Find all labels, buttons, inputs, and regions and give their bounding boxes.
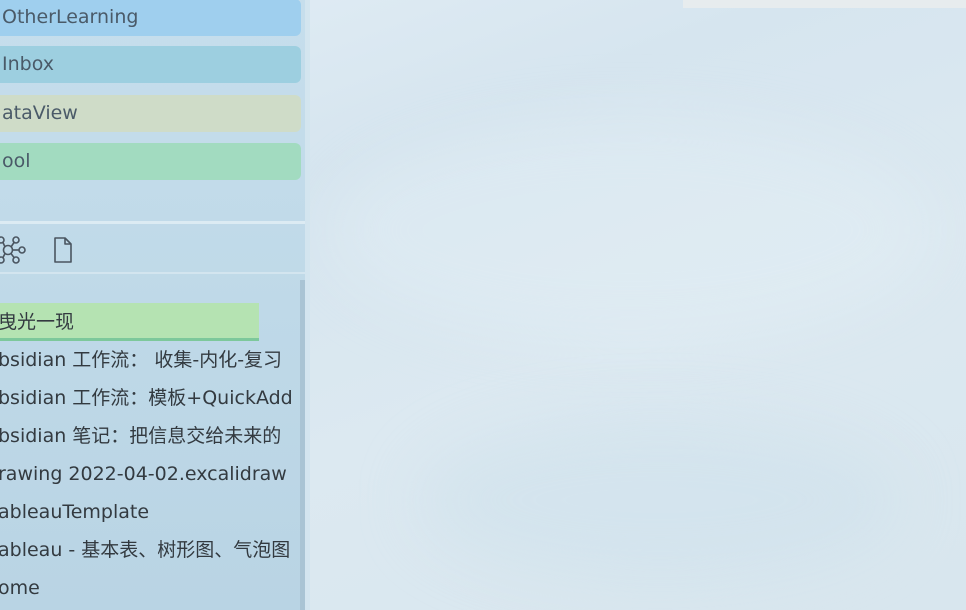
folder-otherlearning[interactable]: OtherLearning (0, 0, 301, 36)
file-label: rawing 2022-04-02.excalidraw (0, 463, 287, 485)
file-item[interactable]: bsidian 笔记：把信息交给未来的 (0, 418, 300, 454)
file-label: bsidian 工作流： 收集-内化-复习 (0, 349, 283, 371)
file-item[interactable]: bsidian 工作流：模板+QuickAdd (0, 380, 300, 416)
folder-dataview[interactable]: ataView (0, 95, 301, 132)
folder-inbox[interactable]: Inbox (0, 46, 301, 83)
folder-label: ool (2, 150, 31, 172)
file-item[interactable]: bsidian 工作流： 收集-内化-复习 (0, 342, 300, 378)
background-cloud (330, 120, 930, 340)
pane-divider[interactable] (0, 221, 308, 224)
folder-tool[interactable]: ool (0, 143, 301, 180)
file-item[interactable]: ome (0, 570, 300, 606)
folder-label: OtherLearning (2, 6, 139, 28)
top-strip (683, 0, 966, 8)
file-label: bsidian 工作流：模板+QuickAdd (0, 387, 293, 409)
file-item[interactable]: rawing 2022-04-02.excalidraw (0, 456, 300, 492)
file-label: ome (0, 577, 40, 599)
file-label: bsidian 笔记：把信息交给未来的 (0, 425, 282, 447)
toolbar-divider (0, 272, 308, 274)
new-file-icon[interactable] (50, 236, 76, 264)
file-item-active[interactable]: 曳光一现 (0, 303, 259, 341)
file-label: 曳光一现 (0, 311, 75, 333)
folder-label: ataView (2, 102, 78, 124)
folder-label: Inbox (2, 53, 54, 75)
background-cloud (420, 420, 900, 580)
file-label: ableauTemplate (0, 501, 150, 523)
file-explorer-sidebar: OtherLearning Inbox ataView ool 曳光一现 bsi… (0, 0, 308, 610)
file-item[interactable]: ableauTemplate (0, 494, 300, 530)
graph-view-icon[interactable] (0, 234, 28, 266)
file-label: ableau - 基本表、树形图、气泡图 (0, 539, 291, 561)
sidebar-resize-handle[interactable] (305, 0, 310, 610)
file-item[interactable]: ableau - 基本表、树形图、气泡图 (0, 532, 300, 568)
